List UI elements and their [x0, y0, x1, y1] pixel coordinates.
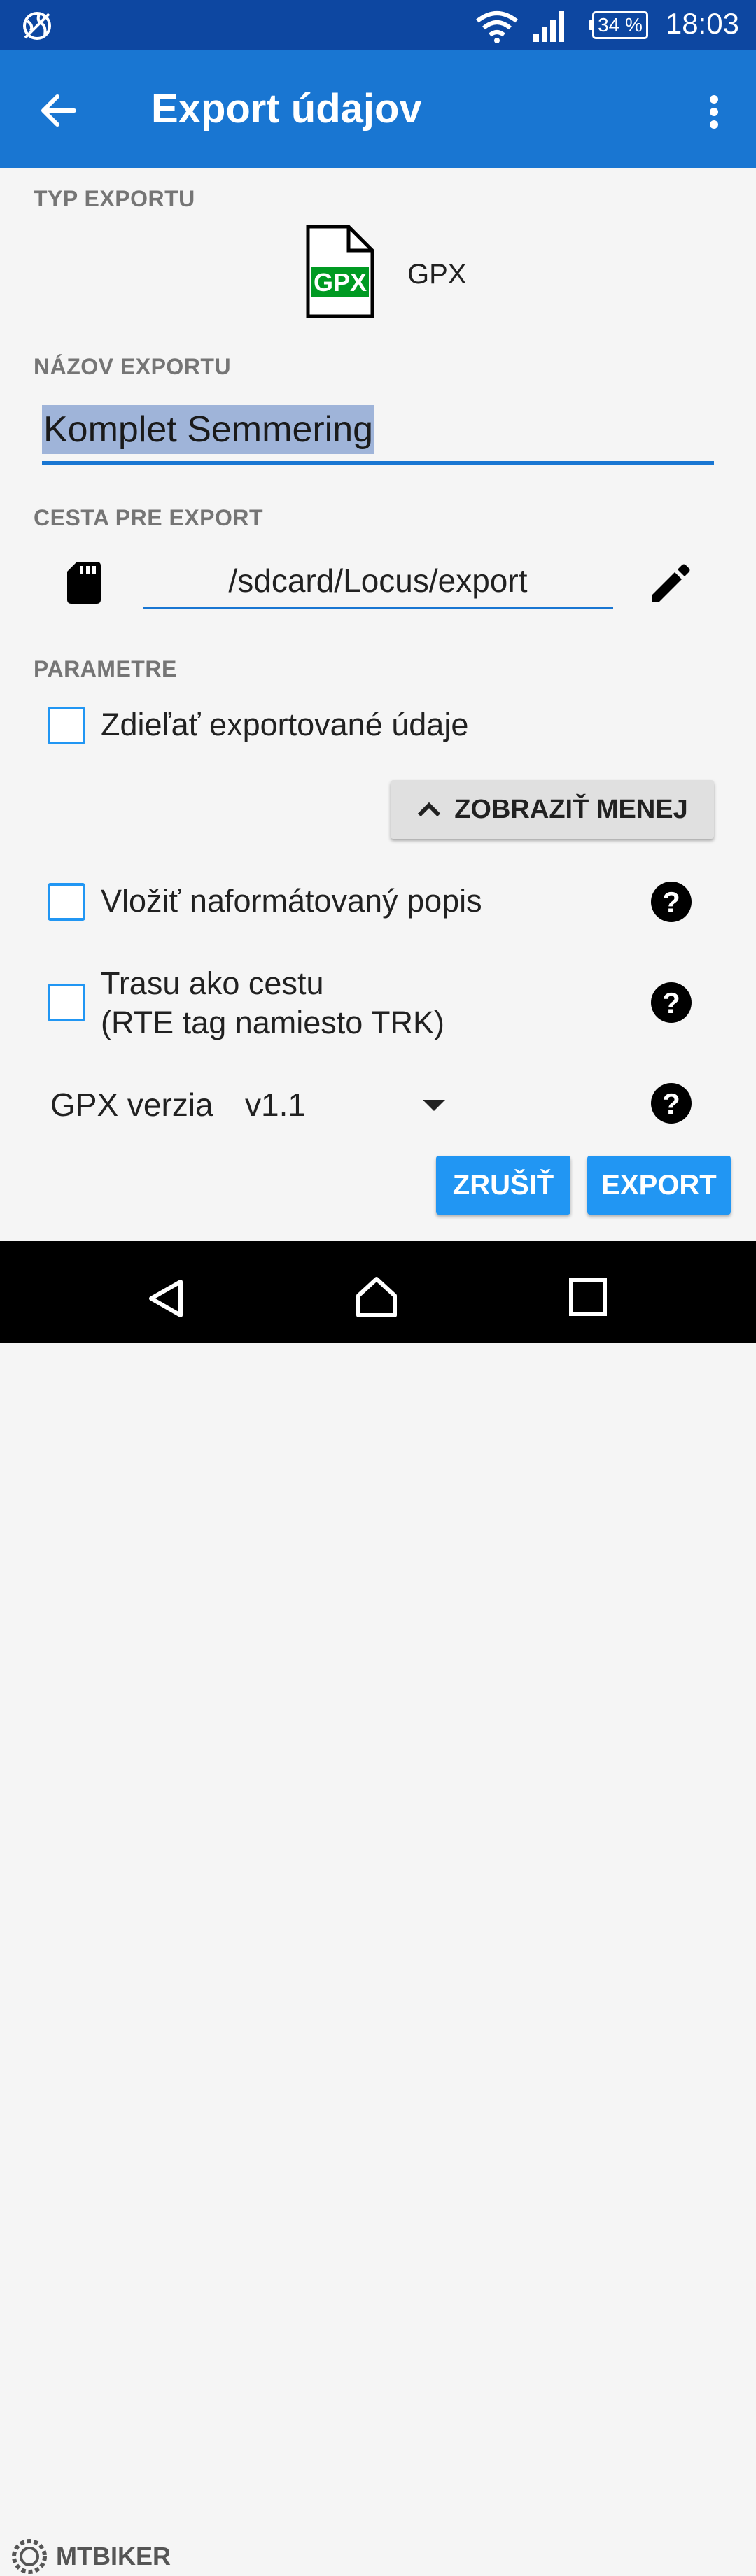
share-checkbox[interactable]	[48, 707, 85, 744]
nav-back-icon[interactable]	[146, 1278, 188, 1319]
gpx-version-label: GPX verzia	[50, 1087, 214, 1123]
gpx-version-select[interactable]: v1.1	[245, 1086, 306, 1124]
formatted-description-checkbox[interactable]	[48, 883, 85, 921]
gear-logo-icon	[12, 2539, 47, 2574]
gpx-file-icon-text: GPX	[314, 268, 367, 297]
route-as-path-checkbox[interactable]	[48, 984, 85, 1021]
share-label: Zdieľať exportované údaje	[101, 707, 469, 742]
status-time: 18:03	[665, 7, 739, 40]
export-button[interactable]: EXPORT	[587, 1156, 731, 1215]
export-name-underline	[42, 461, 714, 465]
route-as-path-line1: Trasu ako cestu	[101, 965, 324, 1001]
gpx-version-help-icon[interactable]: ?	[651, 1083, 692, 1124]
app-bar: Export údajov	[0, 50, 756, 168]
cancel-button[interactable]: ZRUŠIŤ	[436, 1156, 570, 1215]
export-name-input[interactable]: Komplet Semmering	[42, 405, 375, 454]
overflow-menu-button[interactable]	[689, 87, 739, 137]
show-less-label: ZOBRAZIŤ MENEJ	[454, 794, 688, 824]
back-button[interactable]	[31, 84, 87, 137]
signal-icon	[533, 11, 564, 42]
export-form: TYP EXPORTU GPX GPX NÁZOV EXPORTU Komple…	[0, 168, 756, 1241]
edit-pencil-icon[interactable]	[651, 562, 692, 603]
nav-recents-icon[interactable]	[568, 1278, 608, 1317]
export-type-heading: TYP EXPORTU	[34, 186, 195, 211]
arrow-back-icon	[41, 94, 76, 127]
watermark-text: MTBIKER	[56, 2542, 171, 2570]
export-path-field[interactable]: /sdcard/Locus/export	[143, 562, 613, 599]
wifi-icon	[476, 11, 518, 43]
export-path-underline	[143, 607, 613, 609]
navigation-bar: MTBIKER	[0, 1241, 756, 2574]
battery-indicator: 34 %	[589, 11, 648, 39]
formatted-description-label: Vložiť naformátovaný popis	[101, 883, 482, 919]
page-title: Export údajov	[151, 86, 422, 132]
gpx-file-icon[interactable]: GPX	[305, 224, 375, 319]
route-as-path-help-icon[interactable]: ?	[651, 982, 692, 1023]
status-bar: 34 % 18:03	[0, 0, 756, 50]
watermark: MTBIKER	[10, 2537, 171, 2576]
route-as-path-label: Trasu ako cestu (RTE tag namiesto TRK)	[101, 964, 444, 1042]
export-name-heading: NÁZOV EXPORTU	[34, 354, 232, 379]
nav-home-icon[interactable]	[354, 1275, 399, 1319]
route-as-path-line2: (RTE tag namiesto TRK)	[101, 1005, 445, 1040]
export-type-label: GPX	[407, 259, 467, 290]
sd-card-icon	[67, 562, 101, 604]
show-less-button[interactable]: ZOBRAZIŤ MENEJ	[391, 780, 714, 839]
dropdown-arrow-icon[interactable]	[423, 1100, 445, 1111]
vpn-globe-icon	[23, 12, 51, 40]
more-vert-icon	[710, 95, 718, 129]
chevron-up-icon	[418, 802, 441, 817]
formatted-description-help-icon[interactable]: ?	[651, 882, 692, 922]
parameters-heading: PARAMETRE	[34, 656, 177, 681]
export-path-heading: CESTA PRE EXPORT	[34, 505, 264, 530]
